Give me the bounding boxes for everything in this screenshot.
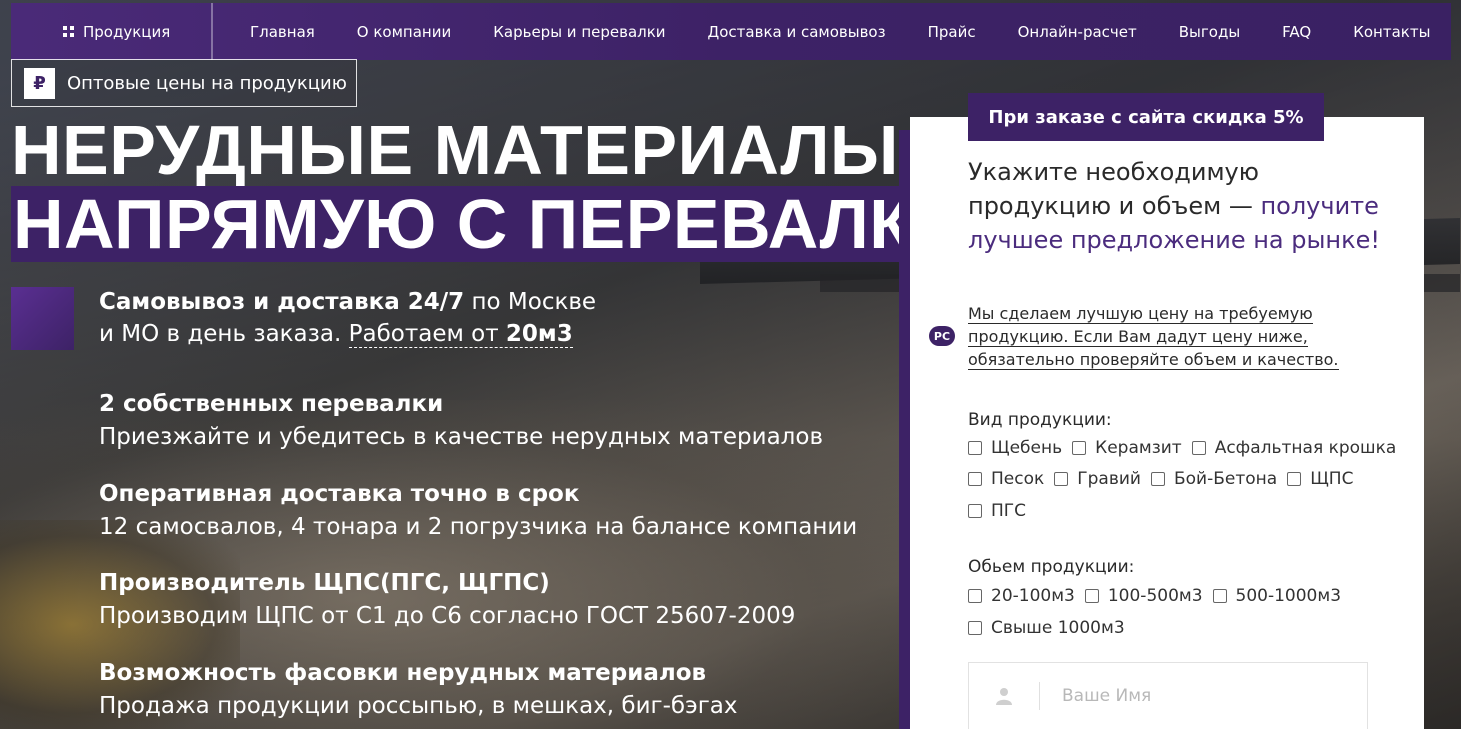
ruble-icon: ₽ bbox=[24, 67, 55, 99]
checkbox-gravel[interactable]: Гравий bbox=[1054, 469, 1141, 489]
feature-packaging-text: Продажа продукции россыпью, в мешках, би… bbox=[99, 693, 738, 719]
feature-delivery-text: 12 самосвалов, 4 тонара и 2 погрузчика н… bbox=[99, 514, 858, 540]
checkbox-label: 20-100м3 bbox=[991, 586, 1075, 606]
form-title-plain: Укажите необходимую продукцию и объем — bbox=[968, 158, 1261, 220]
checkbox-label: Гравий bbox=[1077, 469, 1141, 489]
form-note-line3: обязательно проверяйте объем и качество. bbox=[968, 350, 1339, 370]
nav-link-faq[interactable]: FAQ bbox=[1282, 23, 1311, 41]
checkbox-concrete-scrap[interactable]: Бой-Бетона bbox=[1150, 469, 1278, 489]
discount-badge: При заказе с сайта скидка 5% bbox=[968, 93, 1324, 141]
product-checkbox-row-3: ПГС bbox=[968, 501, 1036, 521]
rs-logo-icon: РС bbox=[929, 326, 955, 346]
checkbox-label: Песок bbox=[991, 469, 1045, 489]
checkbox-label: Бой-Бетона bbox=[1173, 469, 1278, 489]
volume-label: Обьем продукции: bbox=[968, 557, 1135, 577]
checkbox-label: 100-500м3 bbox=[1107, 586, 1203, 606]
form-note: Мы сделаем лучшую цену на требуемую прод… bbox=[968, 302, 1348, 371]
nav-products-label: Продукция bbox=[83, 22, 171, 41]
feature-pickup-line2: и МО в день заказа. Работаем от 20м3 bbox=[99, 318, 573, 350]
checkbox-label: ПГС bbox=[991, 501, 1027, 521]
form-note-line2: продукцию. Если Вам дадут цену ниже, bbox=[968, 327, 1308, 347]
checkbox-shps[interactable]: ЩПС bbox=[1287, 469, 1353, 489]
field-separator bbox=[1039, 682, 1040, 710]
feature-delivery-title: Оперативная доставка точно в срок bbox=[99, 478, 579, 510]
form-title: Укажите необходимую продукцию и объем — … bbox=[968, 155, 1388, 257]
checkbox-asphalt-crumb[interactable]: Асфальтная крошка bbox=[1191, 438, 1397, 458]
name-input[interactable] bbox=[1062, 686, 1342, 706]
feature-title: Производитель ЩПС(ПГС, ЩГПС) bbox=[99, 570, 550, 596]
form-note-line1: Мы сделаем лучшую цену на требуемую bbox=[968, 304, 1313, 324]
product-checkbox-row-1: Щебень Керамзит Асфальтная крошка bbox=[968, 438, 1406, 458]
checkbox-expanded-clay[interactable]: Керамзит bbox=[1072, 438, 1182, 458]
feature-producer-title: Производитель ЩПС(ПГС, ЩГПС) bbox=[99, 567, 550, 599]
product-checkbox-row-2: Песок Гравий Бой-Бетона ЩПС bbox=[968, 469, 1363, 489]
nav-link-price[interactable]: Прайс bbox=[928, 23, 976, 41]
name-field-container bbox=[968, 662, 1368, 729]
feature-title: Оперативная доставка точно в срок bbox=[99, 481, 580, 507]
nav-link-home[interactable]: Главная bbox=[250, 23, 315, 41]
min-volume-value: 20м3 bbox=[505, 321, 573, 347]
feature-pickup-text: по Москве bbox=[464, 289, 597, 315]
checkbox-label: ЩПС bbox=[1310, 469, 1354, 489]
checkbox-label: Асфальтная крошка bbox=[1214, 438, 1397, 458]
feature-transfer-text: Приезжайте и убедитесь в качестве нерудн… bbox=[99, 424, 823, 450]
checkbox-label: 500-1000м3 bbox=[1235, 586, 1342, 606]
nav-link-contacts[interactable]: Контакты bbox=[1353, 23, 1430, 41]
user-icon bbox=[969, 687, 1039, 705]
top-navigation: Продукция Главная О компании Карьеры и п… bbox=[11, 3, 1451, 60]
checkbox-volume-500-1000[interactable]: 500-1000м3 bbox=[1212, 586, 1342, 606]
wholesale-prices-button[interactable]: ₽ Оптовые цены на продукцию bbox=[11, 59, 357, 107]
product-type-label: Вид продукции: bbox=[968, 410, 1112, 430]
feature-pickup-text2: и МО в день заказа. bbox=[99, 321, 349, 347]
checkbox-crushed-stone[interactable]: Щебень bbox=[968, 438, 1062, 458]
volume-checkbox-row-2: Свыше 1000м3 bbox=[968, 618, 1135, 638]
nav-products-button[interactable]: Продукция bbox=[11, 3, 213, 60]
wholesale-prices-label: Оптовые цены на продукцию bbox=[67, 72, 347, 94]
min-volume-link[interactable]: Работаем от 20м3 bbox=[348, 321, 573, 348]
grid-icon bbox=[63, 26, 74, 37]
nav-link-delivery[interactable]: Доставка и самовывоз bbox=[708, 23, 886, 41]
nav-link-quarries[interactable]: Карьеры и перевалки bbox=[493, 23, 665, 41]
feature-transfer-title: 2 собственных перевалки bbox=[99, 388, 443, 420]
checkbox-sand[interactable]: Песок bbox=[968, 469, 1044, 489]
checkbox-label: Свыше 1000м3 bbox=[991, 618, 1125, 638]
nav-link-calculator[interactable]: Онлайн-расчет bbox=[1018, 23, 1137, 41]
feature-title: Возможность фасовки нерудных материалов bbox=[99, 660, 707, 686]
checkbox-pgs[interactable]: ПГС bbox=[968, 501, 1026, 521]
checkbox-volume-over-1000[interactable]: Свыше 1000м3 bbox=[968, 618, 1125, 638]
feature-accent-square bbox=[11, 287, 74, 350]
min-volume-text: Работаем от bbox=[348, 321, 506, 347]
checkbox-volume-100-500[interactable]: 100-500м3 bbox=[1084, 586, 1203, 606]
nav-link-benefits[interactable]: Выгоды bbox=[1179, 23, 1240, 41]
checkbox-volume-20-100[interactable]: 20-100м3 bbox=[968, 586, 1075, 606]
feature-pickup-title: Самовывоз и доставка 24/7 bbox=[99, 289, 465, 315]
hero-title-line1: НЕРУДНЫЕ МАТЕРИАЛЫ bbox=[11, 111, 899, 189]
feature-producer-text: Производим ЩПС от С1 до С6 согласно ГОСТ… bbox=[99, 603, 796, 629]
feature-title: 2 собственных перевалки bbox=[99, 391, 444, 417]
checkbox-label: Керамзит bbox=[1095, 438, 1182, 458]
feature-pickup-line1: Самовывоз и доставка 24/7 по Москве bbox=[99, 286, 596, 318]
feature-packaging-title: Возможность фасовки нерудных материалов bbox=[99, 657, 706, 689]
checkbox-label: Щебень bbox=[991, 438, 1063, 458]
hero-title-line2: НАПРЯМУЮ С ПЕРЕВАЛКИ bbox=[11, 186, 976, 262]
volume-checkbox-row-1: 20-100м3 100-500м3 500-1000м3 bbox=[968, 586, 1351, 606]
nav-links: Главная О компании Карьеры и перевалки Д… bbox=[213, 3, 1430, 60]
nav-link-about[interactable]: О компании bbox=[357, 23, 451, 41]
